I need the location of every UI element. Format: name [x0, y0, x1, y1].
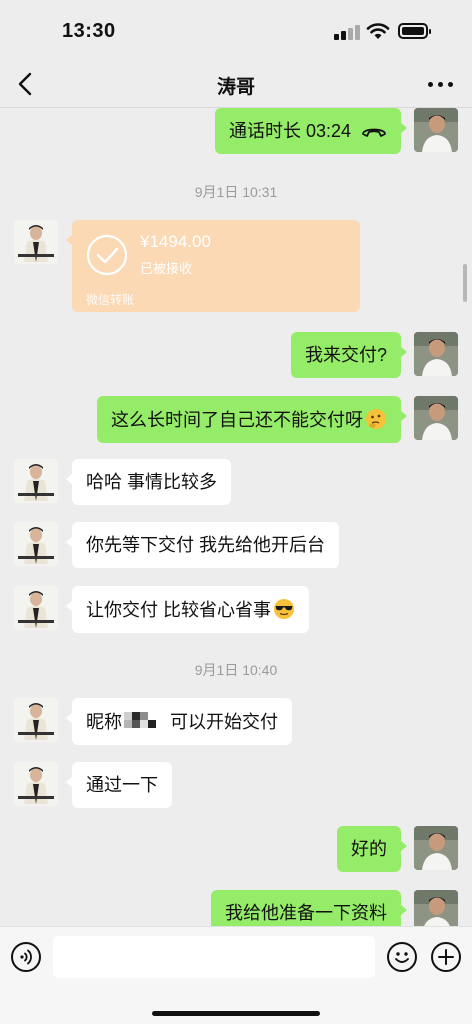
transfer-amount: ¥1494.00	[140, 232, 211, 251]
message-text: 我给他准备一下资料	[225, 903, 387, 923]
self-avatar[interactable]	[414, 890, 458, 926]
call-record-bubble[interactable]: 通话时长 03:24	[214, 108, 408, 154]
scroll-indicator	[463, 264, 467, 302]
friend-avatar[interactable]	[14, 586, 58, 630]
message-input[interactable]	[53, 936, 375, 978]
message-bubble[interactable]: 昵称 可以开始交付	[66, 698, 292, 745]
message-text: 通过一下	[86, 775, 158, 795]
redacted-nickname-mosaic	[124, 710, 164, 732]
friend-avatar[interactable]	[14, 522, 58, 566]
status-bar: 13:30	[0, 0, 472, 60]
self-avatar[interactable]	[414, 396, 458, 440]
message-bubble[interactable]: 我来交付?	[290, 332, 408, 378]
home-indicator	[152, 1011, 320, 1016]
transfer-received-check-icon	[86, 234, 128, 276]
self-avatar[interactable]	[414, 332, 458, 376]
message-text: 好的	[351, 839, 387, 859]
message-text: 哈哈 事情比较多	[86, 472, 218, 492]
chat-title: 涛哥	[216, 77, 255, 98]
friend-avatar[interactable]	[14, 220, 58, 264]
friend-avatar[interactable]	[14, 698, 58, 742]
message-bubble[interactable]: 你先等下交付 我先给他开后台	[66, 522, 339, 568]
battery-icon	[398, 23, 431, 39]
signal-icon	[334, 24, 360, 40]
transfer-card[interactable]: ¥1494.00 已被接收 微信转账	[66, 220, 360, 312]
self-avatar[interactable]	[414, 108, 458, 152]
status-time: 13:30	[62, 20, 116, 42]
message-text: 这么长时间了自己还不能交付呀	[111, 410, 363, 430]
voice-icon	[20, 949, 32, 965]
message-text: 可以开始交付	[170, 712, 278, 732]
message-text: 昵称	[86, 712, 122, 732]
message-bubble[interactable]: 我给他准备一下资料	[211, 890, 407, 926]
call-end-icon	[362, 128, 386, 137]
call-duration-text: 通话时长 03:24	[228, 121, 351, 141]
voice-input-button[interactable]	[11, 942, 41, 972]
thinking-face-icon	[366, 409, 386, 429]
smiley-icon	[395, 952, 409, 963]
message-bubble[interactable]: 好的	[337, 826, 407, 872]
message-bubble[interactable]: 让你交付 比较省心省事	[66, 586, 309, 633]
transfer-label: 微信转账	[86, 293, 135, 307]
plus-icon	[438, 949, 454, 965]
message-bubble[interactable]: 哈哈 事情比较多	[65, 459, 232, 505]
friend-avatar[interactable]	[14, 762, 58, 806]
friend-avatar[interactable]	[14, 459, 58, 503]
message-text: 你先等下交付 我先给他开后台	[86, 535, 325, 555]
message-bubble[interactable]: 这么长时间了自己还不能交付呀	[97, 396, 407, 443]
more-options-icon[interactable]	[428, 72, 454, 96]
timestamp: 9月1日 10:31	[194, 184, 278, 200]
message-text: 我来交付?	[304, 345, 387, 365]
wifi-icon	[366, 23, 390, 39]
message-bubble[interactable]: 通过一下	[66, 762, 172, 808]
sunglasses-face-icon	[274, 599, 294, 619]
nav-bar: 涛哥	[0, 60, 472, 108]
message-text: 让你交付 比较省心省事	[86, 600, 271, 620]
self-avatar[interactable]	[414, 826, 458, 870]
chat-message-list[interactable]: 通话时长 03:24 9月1日 10:31 ¥1494.00 已被接收 微信转账…	[0, 108, 472, 926]
transfer-status: 已被接收	[140, 261, 193, 276]
emoji-button[interactable]	[387, 942, 417, 972]
timestamp: 9月1日 10:40	[194, 662, 278, 678]
more-functions-button[interactable]	[431, 942, 461, 972]
input-bar	[0, 926, 472, 1024]
